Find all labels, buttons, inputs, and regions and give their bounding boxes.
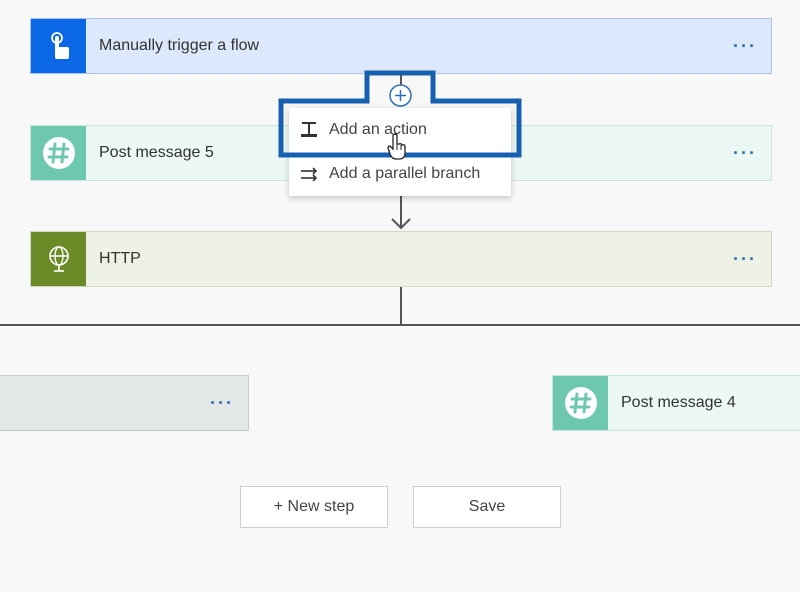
post-message-5-icon-box [31,126,86,180]
touch-icon [50,32,69,59]
save-button[interactable]: Save [413,486,561,528]
http-card[interactable]: HTTP ··· [30,231,772,287]
globe-icon [48,246,69,272]
trigger-icon-box [31,19,86,73]
http-more-options[interactable]: ··· [733,250,757,268]
hand-cursor-icon [387,133,406,160]
http-title: HTTP [99,250,141,267]
branch-horizontal-line [0,324,800,326]
trigger-more-options[interactable]: ··· [733,37,757,55]
add-parallel-branch-label: Add a parallel branch [329,165,481,182]
slack-hash-icon [42,137,75,169]
connector-step2-split [400,287,402,325]
trigger-card[interactable]: Manually trigger a flow ··· [30,18,772,74]
post-message-5-title: Post message 5 [99,144,214,161]
slack-hash-icon [564,387,597,419]
insert-step-plus-icon[interactable] [388,83,413,108]
branch-left-card[interactable]: ··· [0,375,249,431]
add-an-action-label: Add an action [329,121,427,138]
down-arrow-icon [391,196,411,230]
post-message-4-title: Post message 4 [621,394,736,411]
trigger-title: Manually trigger a flow [99,37,260,54]
parallel-branch-icon [299,167,319,181]
add-action-icon [299,121,319,139]
branch-left-more-options[interactable]: ··· [210,394,234,412]
http-icon-box [31,232,86,286]
new-step-button[interactable]: + New step [240,486,388,528]
post-message-5-more-options[interactable]: ··· [733,144,757,162]
post-message-4-card[interactable]: Post message 4 [552,375,800,431]
post-message-4-icon-box [553,376,608,430]
